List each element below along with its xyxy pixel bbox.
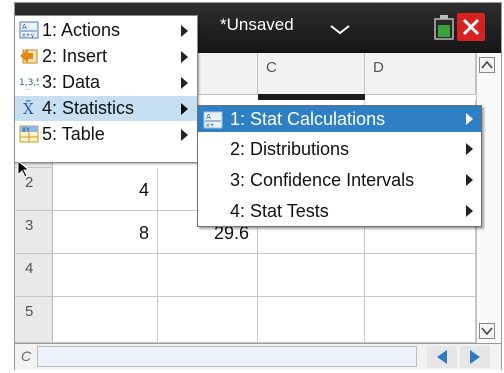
- submenu-item-label: 2: Distributions: [230, 139, 350, 159]
- cell-a4[interactable]: [53, 254, 158, 297]
- submenu-arrow-icon: [466, 205, 473, 217]
- menu-item-table[interactable]: XY 5: Table: [15, 122, 197, 147]
- scroll-down-button[interactable]: [479, 323, 495, 339]
- nav-right-button[interactable]: [460, 346, 490, 368]
- formula-cell-label: C: [21, 348, 32, 364]
- close-icon: [462, 18, 480, 36]
- document-title[interactable]: *Unsaved: [220, 15, 294, 35]
- svg-text:x+: x+: [206, 122, 215, 129]
- statistics-icon: X̄: [23, 100, 34, 117]
- actions-icon: A x+y: [19, 21, 39, 39]
- submenu-item-label: 3: Confidence Intervals: [230, 170, 415, 190]
- svg-text:X̄: X̄: [23, 100, 34, 117]
- column-header-b[interactable]: [198, 53, 258, 95]
- stat-calculations-icon: A x+: [203, 111, 223, 129]
- column-header-label: C: [266, 59, 277, 76]
- submenu-arrow-icon: [181, 51, 188, 63]
- submenu-item-distributions[interactable]: 2: Distributions: [198, 136, 481, 162]
- statistics-submenu: A x+ 1: Stat Calculations 2: Distributio…: [197, 105, 482, 227]
- submenu-arrow-icon: [466, 174, 473, 186]
- submenu-arrow-icon: [181, 77, 188, 89]
- column-header-label: D: [373, 59, 384, 76]
- menu-item-actions[interactable]: A x+y 1: Actions: [15, 18, 197, 43]
- formula-input[interactable]: [37, 346, 417, 367]
- table-icon: XY: [19, 125, 39, 143]
- chevron-down-icon[interactable]: [330, 25, 350, 35]
- submenu-item-stat-tests[interactable]: 4: Stat Tests: [198, 198, 481, 224]
- close-button[interactable]: [457, 13, 485, 41]
- submenu-arrow-icon: [466, 143, 473, 155]
- nav-left-button[interactable]: [427, 346, 457, 368]
- submenu-arrow-icon: [181, 129, 188, 141]
- cell-d4[interactable]: [365, 254, 476, 297]
- menu-item-label: 5: Table: [42, 124, 105, 144]
- column-header-d[interactable]: D: [365, 53, 476, 95]
- menu-item-label: 2: Insert: [42, 46, 108, 66]
- menu-item-label: 1: Actions: [42, 20, 121, 40]
- submenu-item-label: 4: Stat Tests: [230, 201, 329, 221]
- menu-item-insert[interactable]: 2: Insert: [15, 44, 197, 69]
- main-menu: A x+y 1: Actions 2: Insert 1,3,5 ... 3: …: [14, 15, 198, 163]
- svg-text:A: A: [22, 23, 27, 31]
- cell-a2[interactable]: 4: [53, 168, 158, 211]
- submenu-arrow-icon: [181, 25, 188, 37]
- submenu-item-label: 1: Stat Calculations: [230, 109, 386, 129]
- cell-c5[interactable]: [258, 297, 365, 343]
- cell-a3[interactable]: 8: [53, 211, 158, 254]
- chevron-down-icon: [481, 327, 493, 336]
- cell-c4[interactable]: [258, 254, 365, 297]
- cell-b4[interactable]: [158, 254, 258, 297]
- menu-item-label: 4: Statistics: [42, 98, 135, 118]
- row-number[interactable]: 4: [15, 254, 53, 297]
- svg-text:A: A: [206, 113, 211, 121]
- battery-icon: [434, 15, 454, 40]
- formula-bar: C: [15, 343, 501, 370]
- column-header-c[interactable]: C: [258, 53, 365, 95]
- menu-item-label: 3: Data: [42, 72, 101, 92]
- menu-item-statistics[interactable]: X̄ 4: Statistics: [15, 96, 197, 121]
- arrow-left-icon: [437, 350, 447, 364]
- mouse-cursor-icon: [17, 160, 31, 178]
- scroll-up-button[interactable]: [479, 57, 495, 73]
- submenu-item-confidence-intervals[interactable]: 3: Confidence Intervals: [198, 167, 481, 193]
- data-icon: 1,3,5 ...: [19, 78, 39, 91]
- menu-item-data[interactable]: 1,3,5 ... 3: Data: [15, 70, 197, 95]
- row-number[interactable]: 5: [15, 297, 53, 343]
- cell-a5[interactable]: [53, 297, 158, 343]
- cell-d5[interactable]: [365, 297, 476, 343]
- insert-icon: [20, 49, 38, 64]
- arrow-right-icon: [470, 350, 480, 364]
- submenu-item-stat-calculations[interactable]: A x+ 1: Stat Calculations: [198, 106, 481, 132]
- svg-text:x+y: x+y: [22, 32, 35, 39]
- submenu-arrow-icon: [181, 103, 188, 115]
- chevron-up-icon: [481, 60, 493, 69]
- svg-text:...: ...: [25, 85, 31, 91]
- row-number[interactable]: 3: [15, 211, 53, 254]
- submenu-arrow-icon: [466, 113, 473, 125]
- cell-b5[interactable]: [158, 297, 258, 343]
